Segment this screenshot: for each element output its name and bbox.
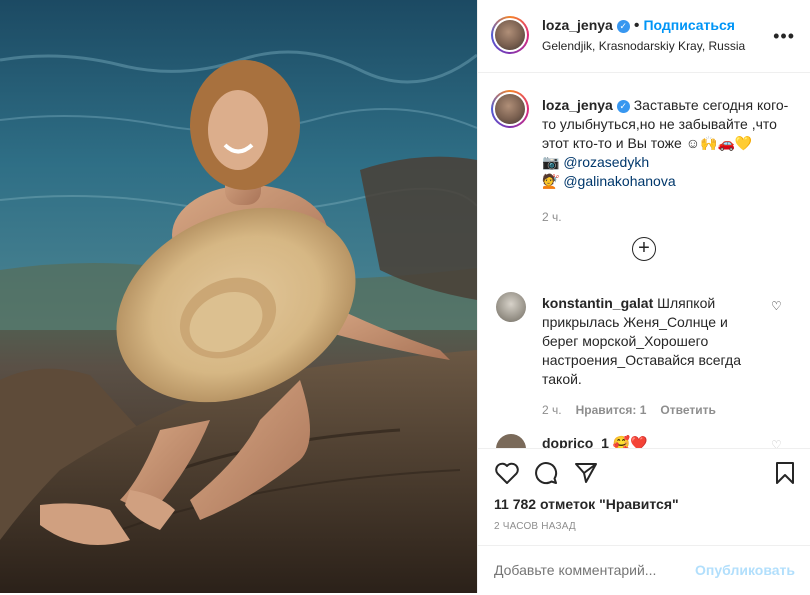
load-more-comments-icon[interactable]: + xyxy=(632,237,656,261)
post-photo[interactable] xyxy=(0,0,477,593)
save-bookmark-icon[interactable] xyxy=(775,461,795,485)
comment-username[interactable]: konstantin_galat xyxy=(542,295,653,311)
header-user-line: loza_jenya ✓ • Подписаться xyxy=(542,17,735,35)
comment-meta: 2 ч. Нравится: 1 Ответить xyxy=(542,401,767,420)
follow-button[interactable]: Подписаться xyxy=(643,17,735,33)
comment-avatar[interactable] xyxy=(496,292,526,322)
post-age[interactable]: 2 ЧАСОВ НАЗАД xyxy=(494,521,576,532)
post-side-panel: loza_jenya ✓ • Подписаться Gelendjik, Krasn… xyxy=(477,0,810,593)
comment-text-line1: Шляпкой xyxy=(657,295,716,311)
more-horizontal-icon[interactable]: ••• xyxy=(773,26,795,47)
caption-time: 2 ч. xyxy=(542,210,562,224)
like-heart-icon[interactable] xyxy=(494,461,520,485)
caption-username[interactable]: loza_jenya xyxy=(542,97,613,113)
comment-avatar[interactable] xyxy=(496,434,526,448)
separator-dot: • xyxy=(633,17,640,34)
likes-count[interactable]: 11 782 отметок "Нравится" xyxy=(494,496,679,512)
comment-text-line2: прикрылась Женя_Солнце и xyxy=(542,314,728,330)
add-comment-bar: Опубликовать xyxy=(478,545,810,595)
comment-emoji: 🥰❤️ xyxy=(612,435,648,448)
comment-text-line3: берег морской_Хорошего xyxy=(542,333,709,349)
location-link[interactable]: Gelendjik, Krasnodarskiy Kray, Russia xyxy=(542,39,745,53)
header-avatar[interactable] xyxy=(491,16,529,54)
photo-illustration xyxy=(0,0,477,593)
post-caption: loza_jenya ✓ Заставьте сегодня кого- то у… xyxy=(542,96,797,227)
mention-photographer[interactable]: @rozasedykh xyxy=(563,154,649,170)
comment-like-heart-icon[interactable]: ♡ xyxy=(771,299,782,313)
hairdresser-emoji: 💇 xyxy=(542,173,560,189)
caption-text-line3: этот кто-то и Вы тоже ☺🙌🚗💛 xyxy=(542,135,753,151)
comment-item-partial: doprico_1 🥰❤️ ♡ xyxy=(478,430,810,448)
comment-input[interactable] xyxy=(494,562,694,578)
comment-text-line4: настроения_Оставайся всегда xyxy=(542,352,741,368)
comment-like-heart-icon[interactable]: ♡ xyxy=(771,438,782,448)
post-actions: 11 782 отметок "Нравится" 2 ЧАСОВ НАЗАД … xyxy=(478,448,810,594)
header-username[interactable]: loza_jenya xyxy=(542,17,613,33)
verified-badge-icon: ✓ xyxy=(616,100,630,113)
mention-stylist[interactable]: @galinakohanova xyxy=(563,173,675,189)
comment-text-line5: такой. xyxy=(542,371,582,387)
comment-username[interactable]: doprico_1 xyxy=(542,435,609,448)
verified-badge-icon: ✓ xyxy=(616,20,630,33)
caption-text-line2: то улыбнуться,но не забывайте ,что xyxy=(542,116,777,132)
comment-bubble-icon[interactable] xyxy=(534,461,558,485)
comment-likes[interactable]: Нравится: 1 xyxy=(576,403,647,417)
camera-emoji: 📷 xyxy=(542,154,560,170)
post-header: loza_jenya ✓ • Подписаться Gelendjik, Krasn… xyxy=(478,0,810,73)
comment-item: konstantin_galat Шляпкой прикрылась Женя… xyxy=(542,294,767,420)
comment-reply-button[interactable]: Ответить xyxy=(660,403,715,417)
publish-comment-button[interactable]: Опубликовать xyxy=(695,562,795,578)
share-paper-plane-icon[interactable] xyxy=(574,461,598,485)
caption-avatar[interactable] xyxy=(491,90,529,128)
comment-time: 2 ч. xyxy=(542,403,562,417)
caption-text-line1: Заставьте сегодня кого- xyxy=(633,97,789,113)
